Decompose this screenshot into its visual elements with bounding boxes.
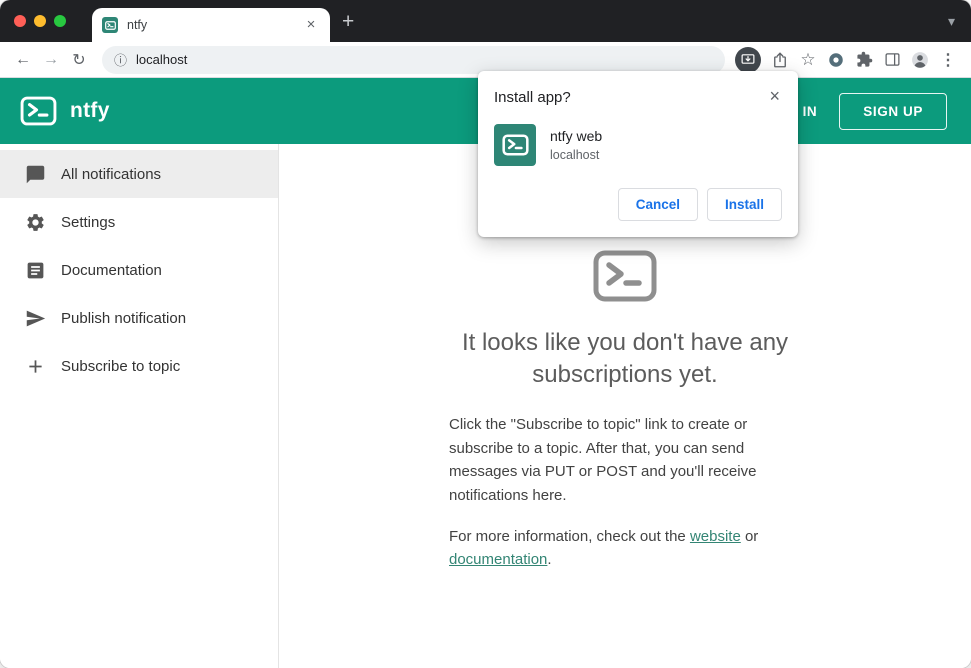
share-icon[interactable] (767, 47, 793, 73)
side-panel-icon[interactable] (879, 47, 905, 73)
empty-state-paragraph: Click the "Subscribe to topic" link to c… (449, 415, 757, 504)
install-button[interactable]: Install (706, 188, 782, 221)
sidebar-item-subscribe-to-topic[interactable]: Subscribe to topic (0, 342, 278, 390)
sidebar-item-label: Settings (61, 213, 116, 231)
ntfy-logo-icon (20, 96, 57, 126)
ntfy-terminal-icon (593, 250, 657, 307)
new-tab-button[interactable]: + (342, 11, 354, 32)
tab-search-chevron-icon[interactable]: ▾ (948, 13, 955, 30)
text-prefix: For more information, check out the (449, 527, 690, 545)
install-app-dialog: Install app? × ntfy web localhost Cancel… (478, 71, 798, 237)
reload-icon[interactable]: ↻ (66, 50, 92, 70)
dialog-app-name: ntfy web (550, 128, 603, 144)
sidebar-item-label: All notifications (61, 165, 162, 183)
forward-icon[interactable]: → (38, 51, 64, 69)
sidebar-item-settings[interactable]: Settings (0, 198, 278, 246)
article-icon (24, 260, 46, 281)
sidebar-item-label: Documentation (61, 261, 162, 279)
empty-state-paragraph-2: For more information, check out the webs… (449, 525, 801, 572)
sidebar-item-all-notifications[interactable]: All notifications (0, 150, 278, 198)
sidebar-item-label: Subscribe to topic (61, 357, 181, 375)
empty-state-text: Click the "Subscribe to topic" link to c… (449, 413, 801, 589)
tab-strip: ntfy × + ▾ (0, 0, 971, 42)
send-icon (24, 308, 46, 329)
window-controls (14, 15, 66, 27)
sidebar-item-documentation[interactable]: Documentation (0, 246, 278, 294)
extensions-puzzle-icon[interactable] (851, 47, 877, 73)
browser-window: ntfy × + ▾ ← → ↻ ⓘ localhost ☆ ⋮ ntfy IN… (0, 0, 971, 668)
ntfy-app-icon (494, 124, 536, 166)
tab-title: ntfy (127, 18, 148, 32)
site-info-icon[interactable]: ⓘ (114, 50, 127, 69)
bookmark-star-icon[interactable]: ☆ (795, 47, 821, 73)
sidebar-item-publish-notification[interactable]: Publish notification (0, 294, 278, 342)
close-window-button[interactable] (14, 15, 26, 27)
back-icon[interactable]: ← (10, 51, 36, 69)
profile-avatar-icon[interactable] (907, 47, 933, 73)
sign-up-button[interactable]: SIGN UP (839, 92, 947, 130)
chat-bubble-icon (24, 164, 46, 185)
extension-icon[interactable] (823, 47, 849, 73)
address-text: localhost (136, 52, 188, 67)
install-pwa-icon[interactable] (735, 46, 761, 73)
text-suffix: . (547, 551, 552, 569)
gear-icon (24, 212, 46, 233)
address-bar[interactable]: ⓘ localhost (102, 45, 725, 74)
brand-name: ntfy (70, 99, 110, 122)
zoom-window-button[interactable] (54, 15, 66, 27)
cancel-button[interactable]: Cancel (617, 188, 698, 221)
sidebar-item-label: Publish notification (61, 309, 187, 327)
ntfy-favicon-icon (102, 17, 118, 33)
minimize-window-button[interactable] (34, 15, 46, 27)
empty-state-heading: It looks like you don't have any subscri… (461, 329, 789, 388)
menu-dots-icon[interactable]: ⋮ (935, 47, 961, 73)
dialog-title: Install app? (494, 89, 571, 106)
sidebar: All notifications Settings Documentation… (0, 144, 279, 668)
website-link[interactable]: website (690, 528, 741, 545)
tab-close-icon[interactable]: × (302, 16, 320, 34)
plus-icon (24, 356, 46, 377)
browser-tab-ntfy[interactable]: ntfy × (92, 8, 330, 42)
dialog-close-icon[interactable]: × (767, 87, 782, 105)
text-middle: or (740, 527, 759, 545)
dialog-app-origin: localhost (550, 148, 600, 162)
documentation-link[interactable]: documentation (449, 551, 547, 568)
